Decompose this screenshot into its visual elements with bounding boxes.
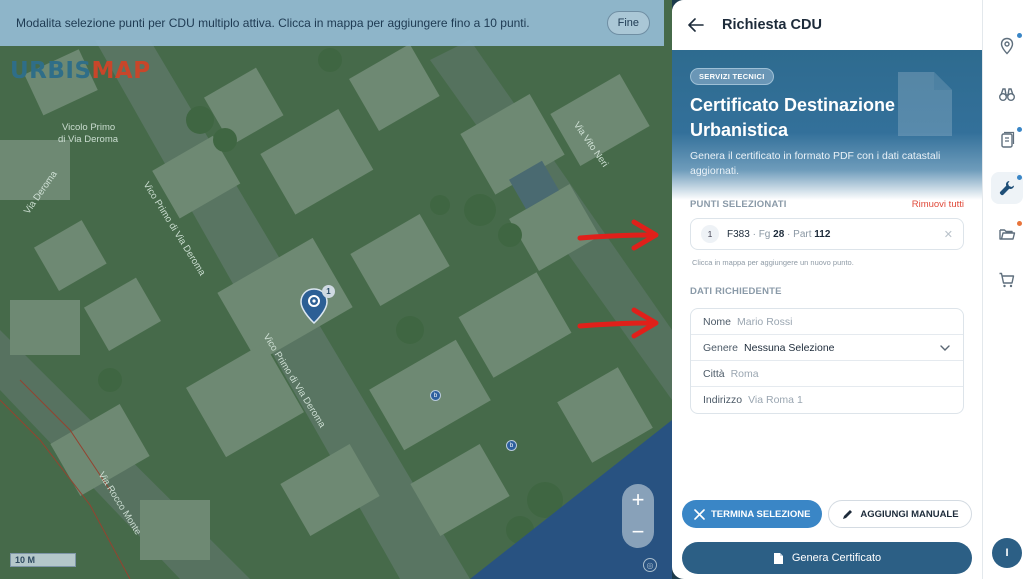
back-arrow-icon[interactable] — [686, 15, 706, 35]
action-buttons: TERMINA SELEZIONE AGGIUNGI MANUALE — [682, 500, 972, 528]
map-view[interactable]: URBISMAP Vicolo Primo di Via Deroma Via … — [0, 0, 672, 579]
notification-dot — [1017, 33, 1022, 38]
file-icon — [773, 552, 783, 564]
category-tag: SERVIZI TECNICI — [690, 68, 774, 85]
rail-item-cart[interactable] — [991, 264, 1023, 296]
end-selection-button[interactable]: TERMINA SELEZIONE — [682, 500, 823, 528]
rail-item-documents[interactable] — [991, 124, 1023, 156]
banner-text: Modalita selezione punti per CDU multipl… — [16, 16, 530, 30]
compass-icon[interactable]: ◎ — [643, 558, 657, 572]
add-point-hint: Clicca in mappa per aggiungere un nuovo … — [692, 258, 854, 267]
notification-dot — [1017, 221, 1022, 226]
zoom-in-button[interactable]: + — [622, 484, 654, 516]
name-label: Nome — [703, 315, 732, 328]
hero-section: SERVIZI TECNICI Certificato Destinazione… — [672, 50, 982, 200]
wrench-icon — [999, 181, 1014, 196]
selection-mode-banner: Modalita selezione punti per CDU multipl… — [0, 0, 664, 46]
notification-dot — [1017, 175, 1022, 180]
name-row: Nome — [691, 309, 963, 335]
scale-bar: 10 M — [10, 553, 76, 567]
rail-item-explore[interactable] — [991, 78, 1023, 110]
folder-icon — [999, 229, 1016, 240]
city-input[interactable] — [730, 367, 951, 380]
close-icon — [694, 508, 705, 520]
notification-dot — [1017, 127, 1022, 132]
street-label: di Via Deroma — [58, 134, 119, 145]
aerial-imagery — [0, 0, 672, 579]
cart-icon — [999, 272, 1015, 288]
city-label: Città — [703, 367, 725, 380]
document-icon — [898, 72, 952, 136]
panel-title: Richiesta CDU — [722, 17, 822, 33]
right-toolbar: I — [982, 0, 1030, 579]
map-point-dot[interactable]: b — [430, 390, 441, 401]
points-section-label: PUNTI SELEZIONATI — [690, 198, 787, 210]
generate-certificate-button[interactable]: Genera Certificato — [682, 542, 972, 574]
binoculars-icon — [999, 88, 1015, 101]
address-input[interactable] — [748, 394, 951, 406]
finish-button[interactable]: Fine — [606, 11, 650, 35]
zoom-control: + − — [622, 484, 654, 548]
documents-icon — [1001, 131, 1015, 148]
points-section: PUNTI SELEZIONATI Rimuovi tutti 1 F383 ·… — [672, 196, 982, 414]
point-index: 1 — [701, 225, 719, 243]
applicant-form: Nome Genere Nessuna Selezione Città Indi… — [690, 308, 964, 414]
point-cadastral-info: F383 · Fg 28 · Part 112 — [727, 228, 831, 240]
remove-all-link[interactable]: Rimuovi tutti — [912, 199, 964, 210]
cdu-request-panel: Richiesta CDU SERVIZI TECNICI Certificat… — [672, 0, 982, 579]
chevron-down-icon[interactable] — [939, 342, 951, 354]
marker-count-badge: 1 — [322, 285, 335, 298]
rail-item-tools[interactable] — [991, 172, 1023, 204]
user-avatar[interactable]: I — [992, 538, 1022, 568]
hero-description: Genera il certificato in formato PDF con… — [690, 150, 941, 177]
applicant-section-label: DATI RICHIEDENTE — [690, 285, 782, 297]
zoom-out-button[interactable]: − — [622, 516, 654, 548]
add-manual-button[interactable]: AGGIUNGI MANUALE — [828, 500, 972, 528]
location-pin-icon — [1000, 37, 1014, 55]
annotation-arrow-icon — [577, 219, 659, 251]
pencil-icon — [843, 509, 853, 519]
map-point-dot[interactable]: b — [506, 440, 517, 451]
gender-row[interactable]: Genere Nessuna Selezione — [691, 335, 963, 361]
rail-item-location[interactable] — [991, 30, 1023, 62]
address-label: Indirizzo — [703, 394, 743, 406]
selected-point-item[interactable]: 1 F383 · Fg 28 · Part 112 ✕ — [690, 218, 964, 250]
name-input[interactable] — [737, 315, 951, 328]
urbismap-logo: URBISMAP — [10, 58, 151, 84]
city-row: Città — [691, 361, 963, 387]
gender-select[interactable]: Nessuna Selezione — [744, 342, 939, 354]
street-label: Vicolo Primo — [62, 122, 116, 133]
address-row: Indirizzo — [691, 387, 963, 413]
annotation-arrow-icon — [577, 307, 659, 339]
panel-header: Richiesta CDU — [672, 0, 982, 50]
remove-point-icon[interactable]: ✕ — [944, 228, 953, 241]
gender-label: Genere — [703, 341, 739, 354]
rail-item-folder[interactable] — [991, 218, 1023, 250]
